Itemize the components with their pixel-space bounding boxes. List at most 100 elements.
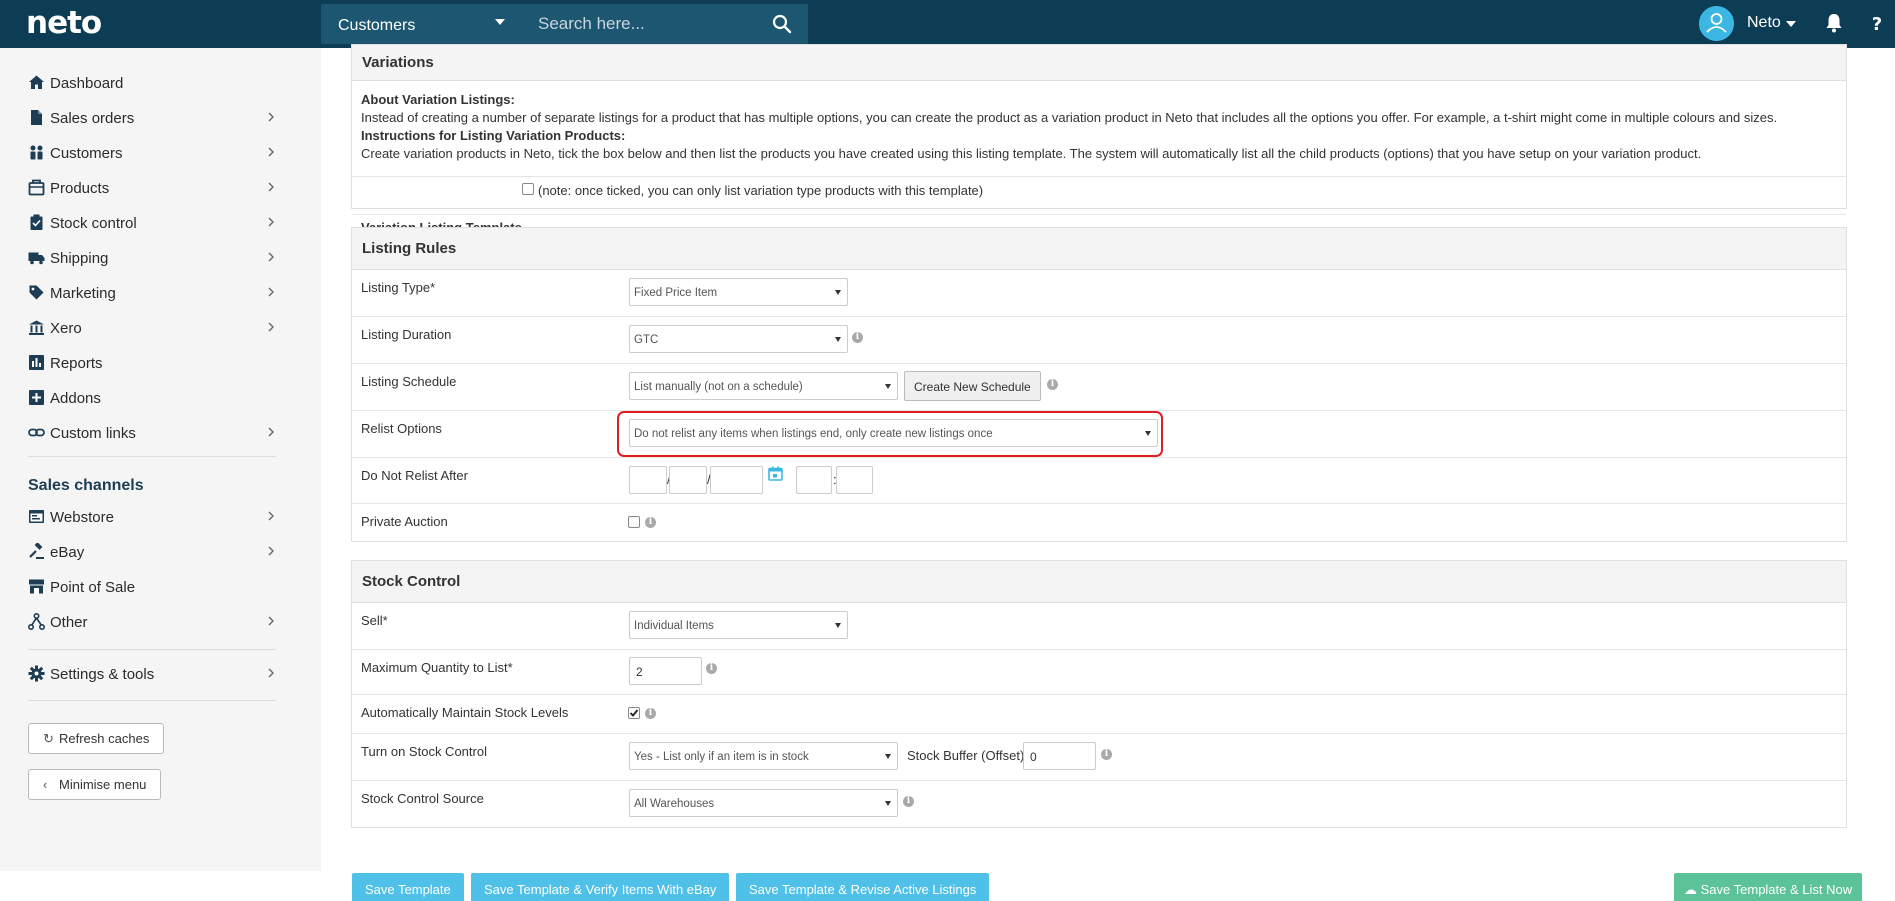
sidebar-item-label: Xero	[50, 320, 82, 337]
stock-source-select[interactable]: All Warehouses	[629, 789, 898, 817]
listing-duration-value: GTC	[634, 334, 659, 346]
sidebar-divider	[28, 456, 276, 457]
info-icon[interactable]: i	[1101, 749, 1112, 760]
bank-icon	[29, 320, 44, 335]
relist-hour-input[interactable]	[796, 466, 832, 494]
sidebar-item-products[interactable]: Products	[28, 177, 276, 201]
listing-type-value: Fixed Price Item	[634, 287, 718, 299]
sidebar-footer	[0, 871, 321, 901]
search-box: Customers	[321, 4, 808, 44]
variation-template-checkbox[interactable]	[522, 183, 534, 195]
relist-options-select[interactable]: Do not relist any items when listings en…	[629, 419, 1158, 447]
info-icon[interactable]: i	[645, 517, 656, 528]
sidebar-item-xero[interactable]: Xero	[28, 317, 276, 341]
sidebar-item-custom-links[interactable]: Custom links	[28, 422, 276, 446]
refresh-caches-button[interactable]: ↻ Refresh caches	[28, 723, 165, 754]
chevron-right-icon	[268, 287, 274, 297]
create-new-schedule-button[interactable]: Create New Schedule	[904, 371, 1041, 401]
auto-maintain-checkbox[interactable]	[628, 707, 640, 719]
listing-type-select[interactable]: Fixed Price Item	[629, 278, 848, 306]
max-qty-row: Maximum Quantity to List*	[352, 650, 1846, 695]
listing-schedule-select[interactable]: List manually (not on a schedule)	[629, 372, 898, 400]
sidebar-item-settings-tools[interactable]: Settings & tools	[28, 663, 276, 687]
info-icon[interactable]: i	[903, 796, 914, 807]
sidebar-item-shipping[interactable]: Shipping	[28, 247, 276, 271]
calendar-icon[interactable]	[768, 466, 783, 481]
stock-source-value: All Warehouses	[634, 798, 715, 810]
about-heading: About Variation Listings:	[361, 92, 515, 107]
sidebar-item-label: Addons	[50, 390, 101, 407]
help-icon[interactable]: ?	[1866, 12, 1888, 34]
sidebar-item-label: Marketing	[50, 285, 116, 302]
user-menu[interactable]: Neto	[1747, 14, 1781, 32]
network-icon	[28, 613, 45, 630]
info-icon[interactable]: i	[1047, 379, 1058, 390]
chevron-down-icon	[835, 623, 841, 628]
avatar[interactable]	[1699, 6, 1734, 41]
sidebar-item-ebay[interactable]: eBay	[28, 541, 276, 565]
svg-text:?: ?	[1872, 14, 1882, 34]
chevron-down-icon[interactable]	[1786, 21, 1796, 27]
stock-buffer-label: Stock Buffer (Offset)	[907, 748, 1025, 763]
minimise-menu-button[interactable]: ‹ Minimise menu	[28, 769, 162, 800]
link-icon	[28, 428, 45, 437]
chevron-right-icon	[268, 217, 274, 227]
instructions-text: Create variation products in Neto, tick …	[361, 146, 1702, 161]
sidebar-item-webstore[interactable]: Webstore	[28, 506, 276, 530]
sidebar-item-label: Point of Sale	[50, 579, 136, 596]
sidebar-item-reports[interactable]: Reports	[28, 352, 276, 376]
checkmark-icon	[629, 709, 639, 717]
neto-logo[interactable]: neto	[26, 5, 102, 41]
sidebar-item-marketing[interactable]: Marketing	[28, 282, 276, 306]
info-icon[interactable]: i	[852, 332, 863, 343]
info-icon[interactable]: i	[645, 708, 656, 719]
bar-chart-icon	[29, 355, 44, 370]
private-auction-checkbox[interactable]	[628, 516, 640, 528]
search-scope-select[interactable]: Customers	[321, 4, 521, 44]
info-icon[interactable]: i	[706, 663, 717, 674]
auto-maintain-label: Automatically Maintain Stock Levels	[361, 705, 569, 720]
sell-select[interactable]: Individual Items	[629, 611, 848, 639]
relist-day-input[interactable]	[629, 466, 667, 494]
private-auction-row: Private Auction	[352, 504, 1846, 543]
gear-icon	[28, 665, 45, 682]
chevron-right-icon	[268, 616, 274, 626]
bell-icon[interactable]	[1824, 12, 1844, 34]
save-template-button[interactable]: Save Template	[352, 873, 464, 901]
search-icon[interactable]	[772, 14, 792, 34]
listing-schedule-value: List manually (not on a schedule)	[634, 381, 803, 393]
sidebar-item-other[interactable]: Other	[28, 611, 276, 635]
sidebar-item-label: Sales orders	[50, 110, 135, 127]
about-text: Instead of creating a number of separate…	[361, 110, 1778, 125]
document-icon	[31, 110, 42, 125]
max-qty-input[interactable]: 2	[629, 657, 702, 685]
save-revise-button[interactable]: Save Template & Revise Active Listings	[736, 873, 990, 901]
refresh-icon: ↻	[43, 731, 54, 746]
sidebar-item-label: Other	[50, 614, 88, 631]
listing-duration-select[interactable]: GTC	[629, 325, 848, 353]
relist-month-input[interactable]	[669, 466, 707, 494]
box-icon	[28, 179, 45, 196]
turn-on-stock-select[interactable]: Yes - List only if an item is in stock	[629, 742, 898, 770]
listing-duration-row: Listing Duration	[352, 317, 1846, 364]
sidebar-item-label: Dashboard	[50, 75, 124, 92]
search-input[interactable]	[521, 4, 771, 44]
tag-icon	[29, 285, 44, 300]
relist-minute-input[interactable]	[836, 466, 873, 494]
sidebar-item-dashboard[interactable]: Dashboard	[28, 72, 276, 96]
sidebar-item-label: Settings & tools	[50, 666, 155, 683]
sidebar-item-sales-orders[interactable]: Sales orders	[28, 107, 276, 131]
save-list-now-button[interactable]: ☁ Save Template & List Now	[1674, 873, 1863, 901]
sidebar-item-stock-control[interactable]: Stock control	[28, 212, 276, 236]
cloud-upload-icon: ☁	[1684, 882, 1697, 897]
relist-year-input[interactable]	[710, 466, 763, 494]
chevron-down-icon	[885, 801, 891, 806]
truck-icon	[28, 252, 45, 265]
sidebar-item-point-of-sale[interactable]: Point of Sale	[28, 576, 276, 600]
save-verify-button[interactable]: Save Template & Verify Items With eBay	[471, 873, 730, 901]
sidebar-item-addons[interactable]: Addons	[28, 387, 276, 411]
chevron-right-icon	[268, 668, 274, 678]
chevron-down-icon	[835, 290, 841, 295]
stock-buffer-input[interactable]: 0	[1023, 742, 1096, 770]
sidebar-item-customers[interactable]: Customers	[28, 142, 276, 166]
